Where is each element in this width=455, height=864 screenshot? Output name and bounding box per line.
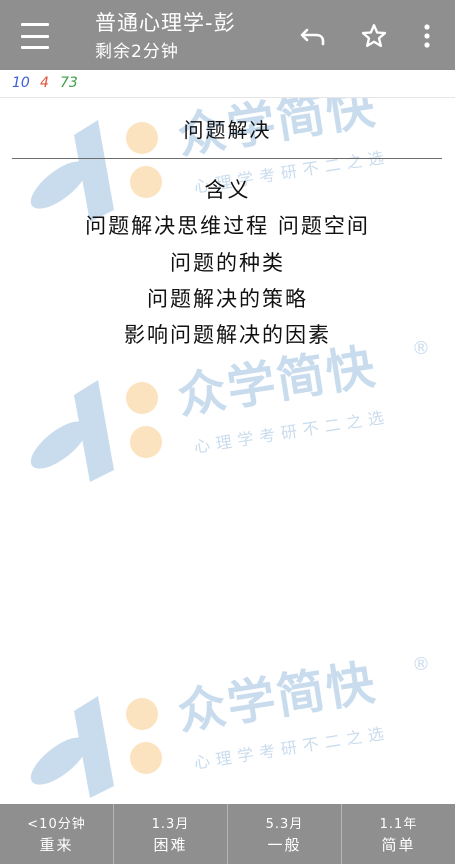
undo-icon xyxy=(300,28,325,46)
watermark-slogan: 心理学考研不二之选 xyxy=(192,406,392,457)
card-question: 问题解决 xyxy=(183,118,272,142)
watermark-1: 众学简快 心理学考研不二之选 ® xyxy=(0,70,455,270)
card-counts-bar: 10 4 73 xyxy=(0,70,455,98)
again-button[interactable]: <10分钟 重来 xyxy=(0,804,114,864)
hard-label: 困难 xyxy=(153,836,188,854)
good-label: 一般 xyxy=(267,836,302,854)
top-toolbar: 普通心理学-彭 剩余2分钟 xyxy=(0,0,455,70)
answer-line: 问题解决思维过程 问题空间 xyxy=(85,214,370,238)
answer-line: 问题的种类 xyxy=(170,251,285,275)
star-outline-icon xyxy=(361,24,387,48)
brand-logo-icon xyxy=(30,380,162,482)
deck-title: 普通心理学-彭 xyxy=(95,11,236,35)
hamburger-icon xyxy=(21,34,49,38)
hamburger-icon xyxy=(21,46,49,49)
easy-button[interactable]: 1.1年 简单 xyxy=(342,804,455,864)
question-answer-divider xyxy=(12,158,442,159)
hard-interval: 1.3月 xyxy=(151,817,190,832)
answer-line: 含义 xyxy=(204,178,251,202)
more-options-button[interactable] xyxy=(410,18,444,54)
answer-line: 影响问题解决的因素 xyxy=(124,323,331,347)
watermark-brand: 众学简快 xyxy=(173,654,381,742)
good-button[interactable]: 5.3月 一般 xyxy=(228,804,342,864)
watermark-2: 众学简快 心理学考研不二之选 ® xyxy=(0,330,455,530)
answer-line: 问题解决的策略 xyxy=(147,287,308,311)
hard-button[interactable]: 1.3月 困难 xyxy=(114,804,228,864)
menu-button[interactable] xyxy=(16,19,54,53)
answer-buttons-bar: <10分钟 重来 1.3月 困难 5.3月 一般 1.1年 简单 xyxy=(0,804,455,864)
more-vertical-icon xyxy=(424,24,430,48)
learning-count: 4 xyxy=(40,75,49,91)
watermark-slogan: 心理学考研不二之选 xyxy=(192,722,392,773)
again-interval: <10分钟 xyxy=(27,817,86,832)
new-count: 10 xyxy=(12,75,30,91)
hamburger-icon xyxy=(21,23,49,26)
star-button[interactable] xyxy=(356,18,392,54)
registered-mark: ® xyxy=(412,654,430,675)
good-interval: 5.3月 xyxy=(265,817,304,832)
again-label: 重来 xyxy=(39,836,74,854)
brand-logo-icon xyxy=(30,696,162,798)
review-count: 73 xyxy=(60,75,78,91)
time-remaining: 剩余2分钟 xyxy=(95,42,179,62)
easy-label: 简单 xyxy=(381,836,416,854)
easy-interval: 1.1年 xyxy=(379,817,418,832)
undo-button[interactable] xyxy=(295,18,331,54)
